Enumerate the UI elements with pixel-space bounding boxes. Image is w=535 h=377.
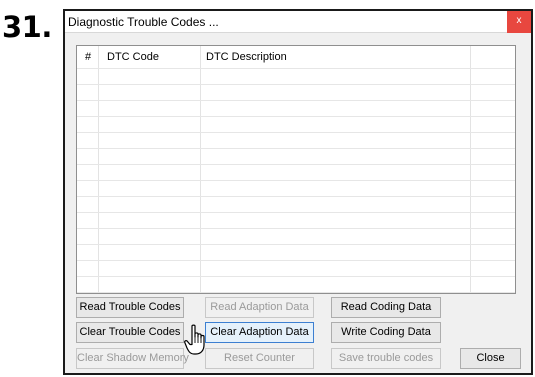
list-row-line [77, 196, 515, 197]
list-row-line [77, 212, 515, 213]
clear-trouble-codes-button[interactable]: Clear Trouble Codes [76, 322, 184, 343]
list-row-line [77, 180, 515, 181]
title-bar: Diagnostic Trouble Codes ... x [65, 11, 531, 33]
dtc-list-header: # DTC Code DTC Description [77, 46, 515, 68]
list-row-line [77, 148, 515, 149]
read-adaption-data-button[interactable]: Read Adaption Data [205, 297, 314, 318]
list-row-line [77, 84, 515, 85]
list-row-line [77, 68, 515, 69]
list-row-line [77, 164, 515, 165]
window-title: Diagnostic Trouble Codes ... [68, 15, 219, 29]
step-number: 31. [2, 10, 52, 44]
list-row-line [77, 276, 515, 277]
list-row-line [77, 244, 515, 245]
read-trouble-codes-button[interactable]: Read Trouble Codes [76, 297, 184, 318]
clear-shadow-memory-button[interactable]: Clear Shadow Memory [76, 348, 189, 369]
save-trouble-codes-button[interactable]: Save trouble codes [331, 348, 441, 369]
dtc-list[interactable]: # DTC Code DTC Description [76, 45, 516, 294]
column-header-dtc-code[interactable]: DTC Code [107, 51, 159, 63]
list-row-line [77, 132, 515, 133]
dtc-window: Diagnostic Trouble Codes ... x # DTC Cod… [63, 9, 533, 375]
close-icon: x [516, 15, 522, 26]
list-row-line [77, 116, 515, 117]
write-coding-data-button[interactable]: Write Coding Data [331, 322, 441, 343]
column-header-dtc-description[interactable]: DTC Description [206, 51, 287, 63]
window-close-button[interactable]: x [507, 11, 531, 33]
read-coding-data-button[interactable]: Read Coding Data [331, 297, 441, 318]
hand-pointer-icon [184, 324, 205, 355]
list-row-line [77, 228, 515, 229]
close-button[interactable]: Close [460, 348, 521, 369]
list-row-line [77, 100, 515, 101]
clear-adaption-data-button[interactable]: Clear Adaption Data [205, 322, 314, 343]
reset-counter-button[interactable]: Reset Counter [205, 348, 314, 369]
list-row-line [77, 260, 515, 261]
column-header-number[interactable]: # [85, 51, 91, 63]
list-row-line [77, 292, 515, 293]
